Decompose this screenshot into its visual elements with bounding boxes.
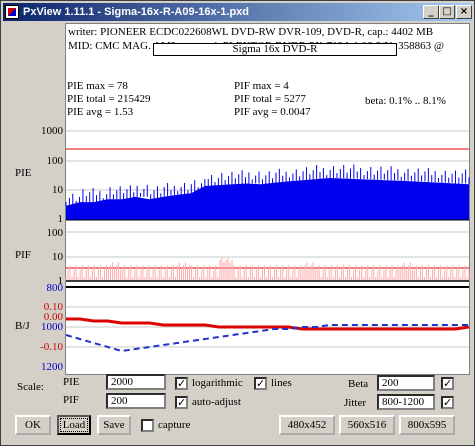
size-800x595-button[interactable]: 800x595 [399,415,455,435]
logarithmic-label: logarithmic [192,377,243,389]
size-560x516-button[interactable]: 560x516 [339,415,395,435]
lines-label: lines [271,377,292,389]
beta-scale-input[interactable]: 200 [377,375,435,391]
save-button[interactable]: Save [97,415,131,435]
auto-adjust-checkbox[interactable]: ✓ [175,396,188,409]
pie-scale-input[interactable]: 2000 [106,374,166,390]
size-480x452-button[interactable]: 480x452 [279,415,335,435]
beta-checkbox[interactable]: ✓ [441,377,454,390]
jitter-checkbox[interactable]: ✓ [441,396,454,409]
pxview-window: PxView 1.11.1 - Sigma-16x-R-A09-16x-1.px… [0,0,475,446]
pie-scale-label: PIE [63,376,80,388]
scale-label: Scale: [17,381,44,393]
beta-scale-label: Beta [348,378,369,390]
auto-adjust-label: auto-adjust [192,396,241,408]
capture-checkbox[interactable] [141,419,154,432]
logarithmic-checkbox[interactable]: ✓ [175,377,188,390]
ok-button[interactable]: OK [15,415,51,435]
jitter-scale-input[interactable]: 800-1200 [377,394,435,410]
capture-label: capture [158,419,191,431]
load-button[interactable]: Load [57,415,91,435]
pif-scale-label: PIF [63,394,79,406]
pie-area [66,178,469,220]
pif-scale-input[interactable]: 200 [106,393,166,409]
lines-checkbox[interactable]: ✓ [254,377,267,390]
jitter-scale-label: Jitter [344,397,366,409]
